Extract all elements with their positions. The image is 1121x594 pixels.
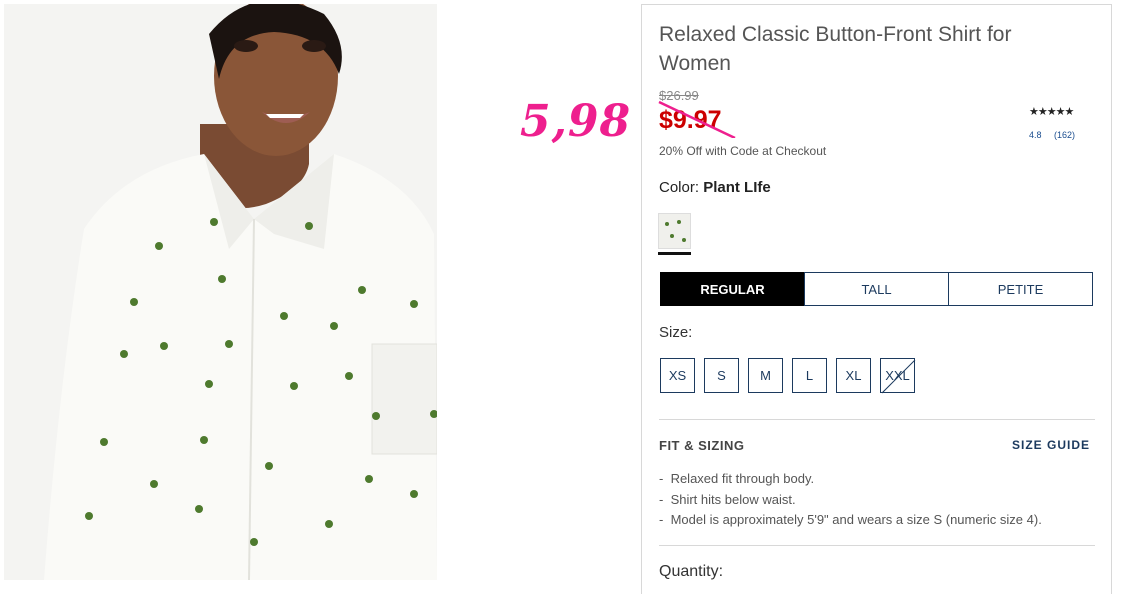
size-options: XS S M L XL XXL bbox=[660, 358, 924, 394]
size-s-button[interactable]: S bbox=[704, 358, 739, 393]
divider bbox=[659, 545, 1095, 546]
list-item: Relaxed fit through body. bbox=[659, 469, 1042, 490]
rating[interactable]: ★★★★★ 4.8 (162) bbox=[1029, 105, 1089, 140]
rating-score: 4.8 bbox=[1029, 130, 1042, 140]
size-guide-link[interactable]: SIZE GUIDE bbox=[1012, 438, 1090, 452]
list-item: Model is approximately 5'9" and wears a … bbox=[659, 510, 1042, 531]
size-xxl-button-unavailable[interactable]: XXL bbox=[880, 358, 916, 394]
size-m-button[interactable]: M bbox=[748, 358, 783, 393]
swatch-selected-indicator bbox=[658, 252, 691, 255]
strike-annotation bbox=[658, 100, 736, 138]
unavailable-cross-icon bbox=[881, 359, 916, 394]
size-xl-button[interactable]: XL bbox=[836, 358, 871, 393]
color-value: Plant LIfe bbox=[703, 179, 771, 196]
divider bbox=[659, 419, 1095, 420]
fit-details-list: Relaxed fit through body. Shirt hits bel… bbox=[659, 469, 1042, 531]
review-count-link[interactable]: (162) bbox=[1054, 130, 1075, 140]
color-label: Color: bbox=[659, 179, 700, 196]
list-item: Shirt hits below waist. bbox=[659, 490, 1042, 511]
product-info-panel: Relaxed Classic Button-Front Shirt for W… bbox=[641, 4, 1112, 594]
size-l-button[interactable]: L bbox=[792, 358, 827, 393]
color-swatch-plant-life[interactable] bbox=[658, 213, 691, 249]
tab-tall[interactable]: TALL bbox=[804, 272, 949, 306]
rating-stars-icon: ★★★★★ bbox=[1029, 106, 1074, 118]
fit-sizing-heading: FIT & SIZING bbox=[659, 438, 745, 453]
promo-text: 20% Off with Code at Checkout bbox=[659, 144, 827, 158]
product-title: Relaxed Classic Button-Front Shirt for W… bbox=[659, 23, 1012, 75]
quantity-label: Quantity: bbox=[659, 563, 724, 580]
color-row: Color: Plant LIfe bbox=[659, 179, 771, 196]
tab-regular[interactable]: REGULAR bbox=[660, 272, 805, 306]
size-xs-button[interactable]: XS bbox=[660, 358, 695, 393]
size-label: Size: bbox=[659, 324, 693, 341]
product-photo[interactable] bbox=[4, 4, 437, 580]
annotation-price: 5,98 bbox=[520, 96, 632, 147]
tab-petite[interactable]: PETITE bbox=[948, 272, 1093, 306]
fit-tabs: REGULAR TALL PETITE bbox=[660, 272, 1093, 306]
